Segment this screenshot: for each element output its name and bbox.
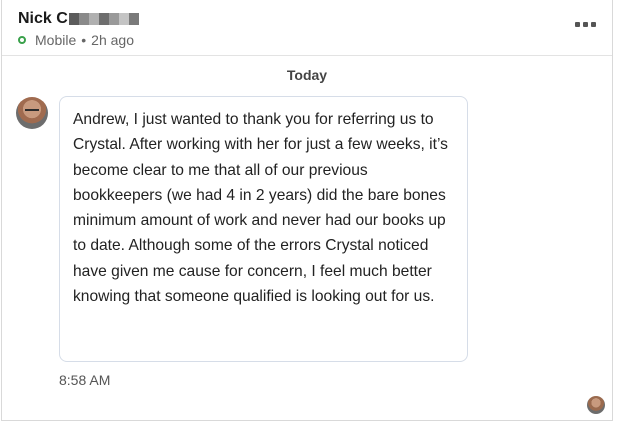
more-options-button[interactable] bbox=[575, 18, 596, 31]
sender-avatar[interactable] bbox=[16, 97, 48, 129]
redaction-block bbox=[98, 13, 109, 25]
avatar-photo bbox=[25, 109, 39, 115]
redaction-block bbox=[68, 13, 79, 25]
redaction-block bbox=[118, 13, 129, 25]
redaction-block bbox=[88, 13, 99, 25]
status-device: Mobile bbox=[35, 32, 77, 48]
contact-name[interactable]: Nick C bbox=[18, 10, 68, 28]
date-separator: Today bbox=[286, 67, 328, 83]
conversation-header: Nick C Mobile • 2h ago bbox=[2, 0, 612, 56]
more-horizontal-icon bbox=[575, 22, 580, 27]
more-horizontal-icon bbox=[583, 22, 588, 27]
more-horizontal-icon bbox=[591, 22, 596, 27]
presence-status: Mobile • 2h ago bbox=[18, 32, 134, 48]
seen-avatar bbox=[587, 396, 605, 414]
message-bubble: Andrew, I just wanted to thank you for r… bbox=[59, 96, 468, 362]
status-time: 2h ago bbox=[91, 32, 134, 48]
redacted-surname bbox=[68, 13, 139, 25]
redaction-block bbox=[108, 13, 119, 25]
redaction-block bbox=[128, 13, 139, 25]
online-status-icon bbox=[18, 36, 26, 44]
message-timestamp: 8:58 AM bbox=[59, 372, 111, 388]
status-separator: • bbox=[81, 32, 87, 48]
contact-name-row: Nick C bbox=[18, 8, 139, 30]
redaction-block bbox=[78, 13, 89, 25]
conversation-panel: Nick C Mobile • 2h ago Today Andrew, I j… bbox=[1, 0, 613, 421]
